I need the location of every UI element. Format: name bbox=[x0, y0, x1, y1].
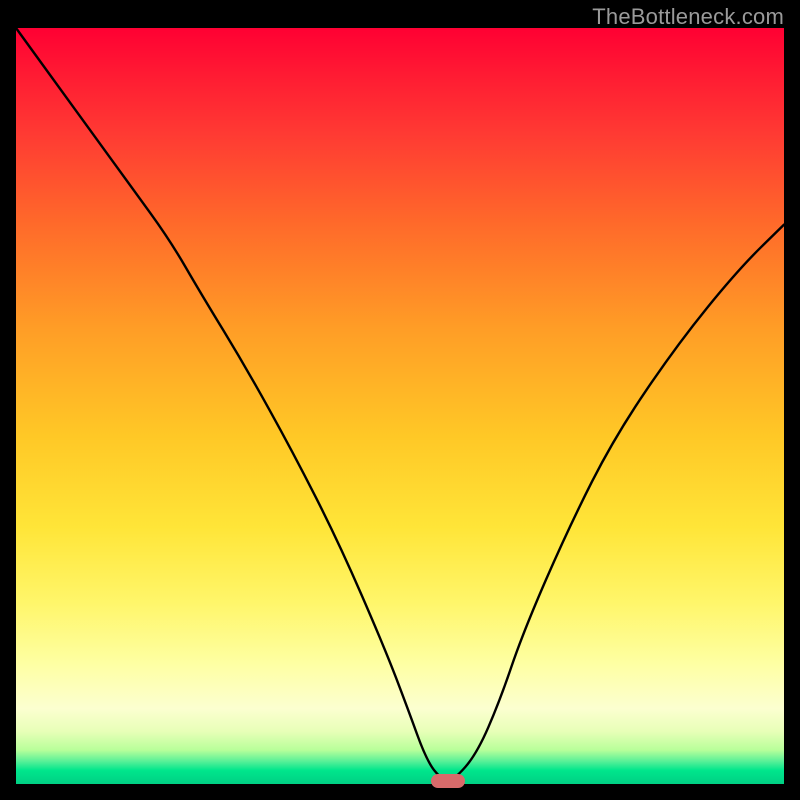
bottleneck-curve bbox=[16, 28, 784, 784]
curve-path bbox=[16, 28, 784, 780]
optimum-marker bbox=[431, 774, 465, 788]
plot-area bbox=[16, 28, 784, 784]
chart-frame: TheBottleneck.com bbox=[0, 0, 800, 800]
watermark-text: TheBottleneck.com bbox=[592, 4, 784, 30]
